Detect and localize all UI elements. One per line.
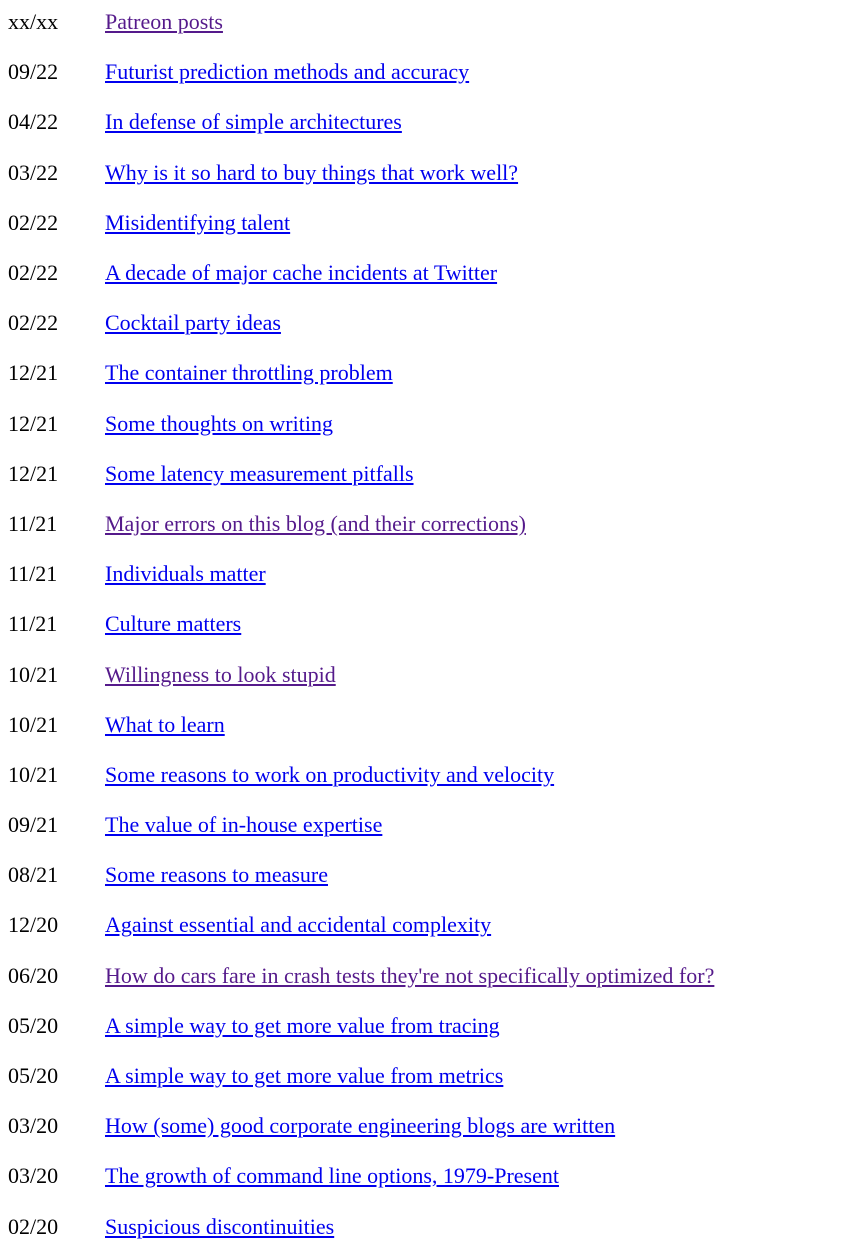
post-row: 08/21 Some reasons to measure <box>8 850 714 900</box>
post-link[interactable]: How do cars fare in crash tests they're … <box>105 963 714 988</box>
post-row: 10/21 Some reasons to work on productivi… <box>8 750 714 800</box>
post-link[interactable]: Some latency measurement pitfalls <box>105 461 414 486</box>
post-date: 11/21 <box>8 510 58 536</box>
post-link[interactable]: The container throttling problem <box>105 360 393 385</box>
post-row: 12/21 The container throttling problem <box>8 348 714 398</box>
post-date: 12/20 <box>8 912 59 938</box>
post-row: 12/21 Some thoughts on writing <box>8 399 714 449</box>
post-link[interactable]: The growth of command line options, 1979… <box>105 1163 559 1188</box>
post-link[interactable]: Why is it so hard to buy things that wor… <box>105 160 518 185</box>
post-list: xx/xx Patreon posts 09/22 Futurist predi… <box>8 0 714 1252</box>
post-row: 11/21 Major errors on this blog (and the… <box>8 499 714 549</box>
post-row: 02/22 A decade of major cache incidents … <box>8 248 714 298</box>
post-link[interactable]: The value of in-house expertise <box>105 812 382 837</box>
post-row: 09/22 Futurist prediction methods and ac… <box>8 47 714 97</box>
post-row: 05/20 A simple way to get more value fro… <box>8 1001 714 1051</box>
post-link[interactable]: Some thoughts on writing <box>105 411 333 436</box>
post-date: 10/21 <box>8 761 59 787</box>
post-link[interactable]: Misidentifying talent <box>105 210 290 235</box>
post-row: 02/22 Misidentifying talent <box>8 198 714 248</box>
post-date: xx/xx <box>8 9 59 35</box>
post-link[interactable]: Culture matters <box>105 611 241 636</box>
post-row: 11/21 Culture matters <box>8 599 714 649</box>
post-link[interactable]: A simple way to get more value from metr… <box>105 1063 503 1088</box>
post-date: 02/22 <box>8 209 59 235</box>
post-link[interactable]: Cocktail party ideas <box>105 310 281 335</box>
post-row: 02/20 Suspicious discontinuities <box>8 1202 714 1252</box>
post-date: 04/22 <box>8 109 59 135</box>
post-link[interactable]: What to learn <box>105 712 225 737</box>
post-date: 06/20 <box>8 962 59 988</box>
post-link[interactable]: Individuals matter <box>105 561 266 586</box>
post-row: 04/22 In defense of simple architectures <box>8 97 714 147</box>
post-link[interactable]: Against essential and accidental complex… <box>105 912 491 937</box>
post-date: 10/21 <box>8 711 59 737</box>
post-link[interactable]: Suspicious discontinuities <box>105 1214 334 1239</box>
post-link[interactable]: How (some) good corporate engineering bl… <box>105 1113 615 1138</box>
post-date: 12/21 <box>8 460 59 486</box>
post-date: 03/22 <box>8 159 59 185</box>
post-row: 03/20 The growth of command line options… <box>8 1151 714 1201</box>
post-date: 09/21 <box>8 812 59 838</box>
post-date: 11/21 <box>8 611 58 637</box>
post-row: 11/21 Individuals matter <box>8 549 714 599</box>
post-row: 06/20 How do cars fare in crash tests th… <box>8 951 714 1001</box>
post-link[interactable]: A decade of major cache incidents at Twi… <box>105 260 497 285</box>
post-date: 12/21 <box>8 410 59 436</box>
post-list-body: xx/xx Patreon posts 09/22 Futurist predi… <box>8 0 714 1252</box>
post-row: 05/20 A simple way to get more value fro… <box>8 1051 714 1101</box>
post-date: 09/22 <box>8 59 59 85</box>
post-link[interactable]: Major errors on this blog (and their cor… <box>105 511 526 536</box>
post-date: 05/20 <box>8 1012 59 1038</box>
post-row: 09/21 The value of in-house expertise <box>8 800 714 850</box>
post-link[interactable]: Some reasons to work on productivity and… <box>105 762 554 787</box>
post-link[interactable]: In defense of simple architectures <box>105 109 402 134</box>
post-link[interactable]: A simple way to get more value from trac… <box>105 1013 500 1038</box>
post-date: 02/20 <box>8 1213 59 1239</box>
post-date: 11/21 <box>8 561 58 587</box>
post-date: 02/22 <box>8 310 59 336</box>
post-link[interactable]: Some reasons to measure <box>105 862 328 887</box>
post-row: 03/20 How (some) good corporate engineer… <box>8 1101 714 1151</box>
post-link[interactable]: Willingness to look stupid <box>105 662 336 687</box>
post-date: 03/20 <box>8 1113 59 1139</box>
post-date: 12/21 <box>8 360 59 386</box>
post-link[interactable]: Patreon posts <box>105 9 223 34</box>
post-row: xx/xx Patreon posts <box>8 0 714 47</box>
post-link[interactable]: Futurist prediction methods and accuracy <box>105 59 469 84</box>
post-row: 02/22 Cocktail party ideas <box>8 298 714 348</box>
post-row: 12/20 Against essential and accidental c… <box>8 900 714 950</box>
post-row: 12/21 Some latency measurement pitfalls <box>8 449 714 499</box>
post-date: 02/22 <box>8 260 59 286</box>
post-date: 03/20 <box>8 1163 59 1189</box>
post-date: 10/21 <box>8 661 59 687</box>
post-row: 10/21 What to learn <box>8 700 714 750</box>
post-row: 03/22 Why is it so hard to buy things th… <box>8 148 714 198</box>
post-row: 10/21 Willingness to look stupid <box>8 649 714 699</box>
post-date: 05/20 <box>8 1063 59 1089</box>
post-date: 08/21 <box>8 862 59 888</box>
